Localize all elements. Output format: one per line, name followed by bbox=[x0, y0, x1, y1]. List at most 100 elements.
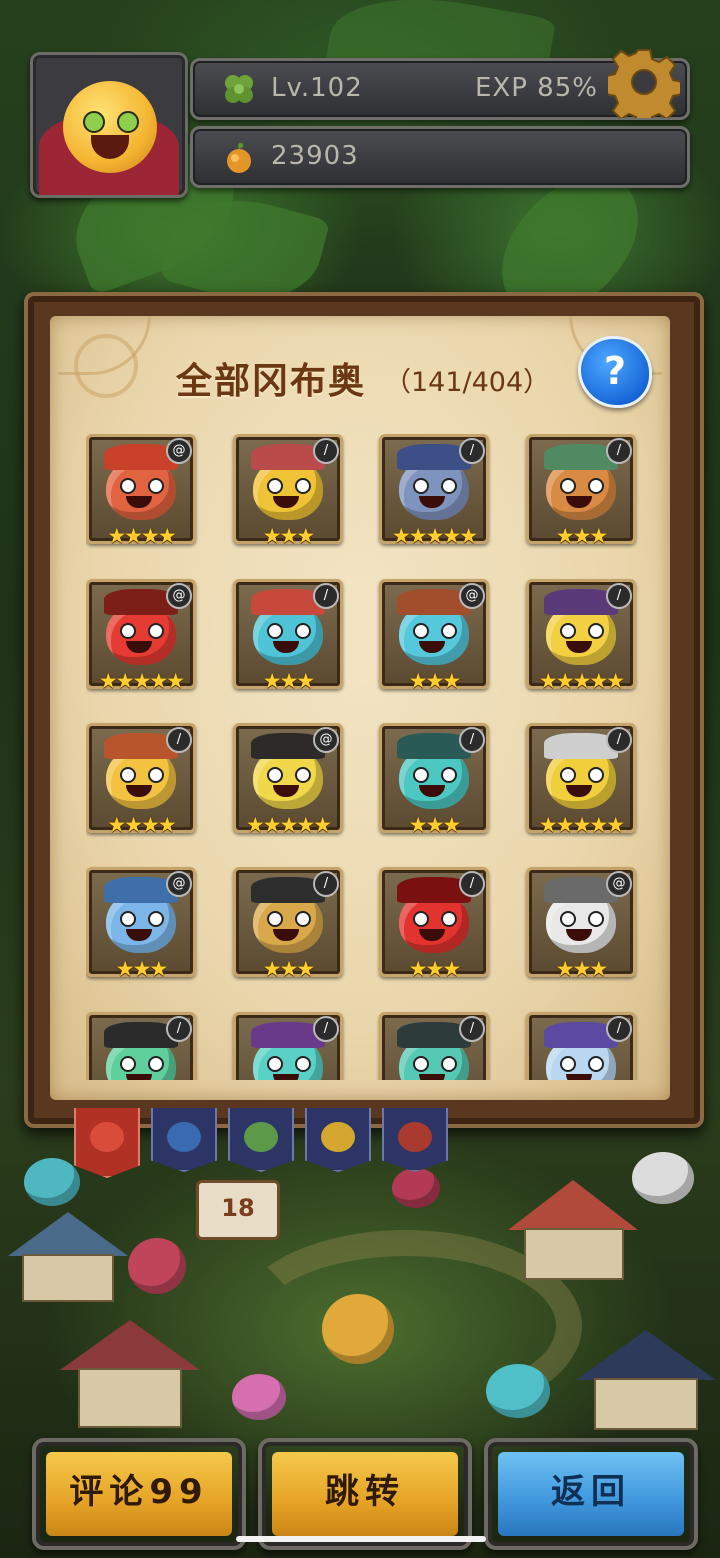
home-indicator[interactable] bbox=[236, 1536, 486, 1542]
monster-eye bbox=[588, 623, 604, 639]
monster-eye bbox=[588, 767, 604, 783]
monster-eye bbox=[413, 911, 429, 927]
element-badge-icon: / bbox=[459, 438, 485, 464]
element-badge-icon: / bbox=[606, 727, 632, 753]
monster-card[interactable]: / ★★★ bbox=[233, 434, 343, 548]
village-house bbox=[60, 1320, 200, 1430]
monster-eye bbox=[560, 767, 576, 783]
back-button[interactable]: 返回 bbox=[484, 1438, 698, 1550]
monster-eye bbox=[120, 911, 136, 927]
element-badge-icon: / bbox=[459, 1016, 485, 1042]
monster-card[interactable]: / bbox=[233, 1012, 343, 1080]
golden-statue bbox=[322, 1294, 394, 1364]
category-icon bbox=[321, 1122, 355, 1152]
monster-eye bbox=[148, 911, 164, 927]
monster-card[interactable]: @ ★★★ bbox=[526, 867, 636, 981]
monster-card[interactable]: / ★★★ bbox=[379, 867, 489, 981]
village-house bbox=[576, 1330, 716, 1430]
category-tab-gold[interactable] bbox=[305, 1108, 371, 1172]
element-badge-icon: @ bbox=[459, 583, 485, 609]
village-monster bbox=[128, 1238, 186, 1294]
category-icon bbox=[398, 1122, 432, 1152]
monster-card[interactable]: / ★★★ bbox=[233, 579, 343, 693]
element-badge-icon: @ bbox=[166, 438, 192, 464]
monster-eye bbox=[120, 767, 136, 783]
comment-button[interactable]: 评论99 bbox=[32, 1438, 246, 1550]
monster-card[interactable]: @ ★★★★★ bbox=[233, 723, 343, 837]
category-tab-green[interactable] bbox=[228, 1108, 294, 1172]
monster-card[interactable]: / ★★★★★ bbox=[379, 434, 489, 548]
monster-eye bbox=[588, 911, 604, 927]
category-tab-all[interactable] bbox=[74, 1108, 140, 1178]
panel-title: 全部冈布奥 bbox=[176, 361, 367, 402]
category-icon bbox=[167, 1122, 201, 1152]
village-house bbox=[508, 1180, 638, 1280]
star-rating: ★★★★ bbox=[107, 813, 176, 837]
village-monster bbox=[632, 1152, 694, 1204]
jump-button[interactable]: 跳转 bbox=[258, 1438, 472, 1550]
monster-card[interactable]: / ★★★ bbox=[526, 434, 636, 548]
jump-button-label: 跳转 bbox=[325, 1472, 405, 1512]
category-icon bbox=[244, 1122, 278, 1152]
monster-card[interactable]: @ ★★★★ bbox=[86, 434, 196, 548]
monster-eye bbox=[295, 478, 311, 494]
monster-card[interactable]: / ★★★★★ bbox=[526, 723, 636, 837]
monster-eye bbox=[560, 623, 576, 639]
currency-bar: 23903 bbox=[190, 126, 690, 188]
monster-eye bbox=[148, 1056, 164, 1072]
monster-card[interactable]: / bbox=[526, 1012, 636, 1080]
monster-eye bbox=[441, 1056, 457, 1072]
element-badge-icon: / bbox=[166, 727, 192, 753]
monster-card[interactable]: @ ★★★ bbox=[86, 867, 196, 981]
avatar-mouth bbox=[91, 135, 129, 159]
gear-icon[interactable] bbox=[608, 46, 680, 118]
star-rating: ★★★★★ bbox=[245, 813, 332, 837]
element-badge-icon: @ bbox=[166, 583, 192, 609]
monster-card[interactable]: @ ★★★ bbox=[379, 579, 489, 693]
monster-card[interactable]: / ★★★ bbox=[379, 723, 489, 837]
star-rating: ★★★★★ bbox=[538, 669, 625, 693]
monster-card[interactable]: / bbox=[379, 1012, 489, 1080]
category-tab-red[interactable] bbox=[382, 1108, 448, 1172]
star-rating: ★★★★ bbox=[107, 524, 176, 548]
help-button[interactable]: ? bbox=[578, 336, 652, 408]
monster-card[interactable]: / bbox=[86, 1012, 196, 1080]
monster-card[interactable]: @ ★★★★★ bbox=[86, 579, 196, 693]
star-rating: ★★★ bbox=[555, 957, 608, 981]
monster-eye bbox=[148, 767, 164, 783]
element-badge-icon: / bbox=[459, 727, 485, 753]
monster-eye bbox=[120, 623, 136, 639]
category-icon bbox=[90, 1122, 124, 1152]
star-rating: ★★★ bbox=[115, 957, 168, 981]
avatar-hero bbox=[63, 81, 157, 173]
monster-eye bbox=[267, 478, 283, 494]
comment-button-label: 评论99 bbox=[69, 1472, 209, 1512]
village-monster bbox=[486, 1364, 550, 1418]
monster-eye bbox=[441, 478, 457, 494]
star-rating: ★★★ bbox=[408, 813, 461, 837]
player-avatar[interactable] bbox=[30, 52, 188, 198]
monster-card[interactable]: / ★★★★★ bbox=[526, 579, 636, 693]
monster-card[interactable]: / ★★★ bbox=[233, 867, 343, 981]
village-monster bbox=[24, 1158, 80, 1206]
monster-mouth bbox=[566, 1074, 592, 1080]
fruit-currency-icon bbox=[227, 142, 251, 173]
star-rating: ★★★★★ bbox=[98, 669, 185, 693]
category-tab-blue[interactable] bbox=[151, 1108, 217, 1172]
monster-eye bbox=[588, 478, 604, 494]
player-level: Lv.102 bbox=[271, 73, 363, 103]
back-button-label: 返回 bbox=[551, 1472, 631, 1512]
element-badge-icon: @ bbox=[313, 727, 339, 753]
monster-eye bbox=[588, 1056, 604, 1072]
star-rating: ★★★ bbox=[555, 524, 608, 548]
element-badge-icon: / bbox=[313, 583, 339, 609]
element-badge-icon: / bbox=[606, 583, 632, 609]
monster-mouth bbox=[273, 1074, 299, 1080]
monster-eye bbox=[413, 478, 429, 494]
village-monster bbox=[232, 1374, 286, 1420]
collection-count: （141/404） bbox=[384, 367, 551, 398]
currency-amount: 23903 bbox=[271, 141, 359, 171]
monster-card[interactable]: / ★★★★ bbox=[86, 723, 196, 837]
monster-eye bbox=[441, 767, 457, 783]
monster-eye bbox=[413, 1056, 429, 1072]
